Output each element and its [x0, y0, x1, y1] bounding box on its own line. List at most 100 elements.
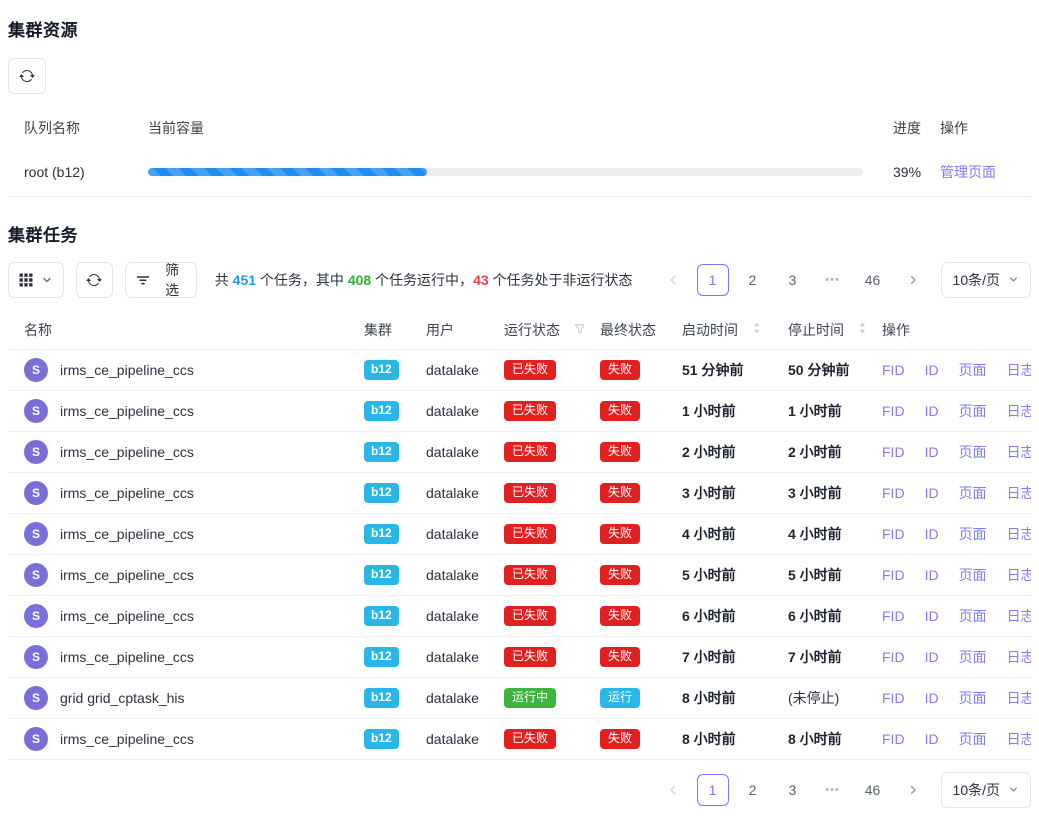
refresh-tasks-button[interactable]	[76, 262, 114, 298]
pagination-page-1[interactable]: 1	[697, 774, 729, 806]
action-link-页面[interactable]: 页面	[959, 401, 987, 421]
avatar: S	[24, 481, 48, 505]
action-link-日志[interactable]: 日志	[1007, 647, 1031, 667]
action-link-id[interactable]: ID	[925, 567, 939, 583]
start-time-cell: 3 小时前	[666, 483, 772, 503]
action-link-日志[interactable]: 日志	[1007, 688, 1031, 708]
action-link-页面[interactable]: 页面	[959, 360, 987, 380]
refresh-resources-button[interactable]	[8, 58, 46, 94]
final-status-badge: 失败	[600, 483, 640, 502]
column-header-4: 最终状态	[584, 320, 666, 340]
action-link-fid[interactable]: FID	[882, 731, 905, 747]
filter-button[interactable]: 筛选	[125, 262, 196, 298]
start-time-cell: 1 小时前	[666, 401, 772, 421]
action-link-日志[interactable]: 日志	[1007, 606, 1031, 626]
pagination-page-46[interactable]: 46	[857, 264, 889, 296]
final-status-badge: 失败	[600, 647, 640, 666]
action-link-页面[interactable]: 页面	[959, 729, 987, 749]
action-link-日志[interactable]: 日志	[1007, 401, 1031, 421]
action-link-日志[interactable]: 日志	[1007, 729, 1031, 749]
pagination-page-46[interactable]: 46	[857, 774, 889, 806]
actions-cell: FID ID 页面日志	[866, 606, 1031, 626]
progress-percent: 39%	[877, 164, 924, 180]
avatar: S	[24, 604, 48, 628]
action-link-页面[interactable]: 页面	[959, 647, 987, 667]
pagination-page-2[interactable]: 2	[737, 774, 769, 806]
action-link-id[interactable]: ID	[925, 362, 939, 378]
action-link-fid[interactable]: FID	[882, 608, 905, 624]
pagination-page-3[interactable]: 3	[777, 264, 809, 296]
action-link-fid[interactable]: FID	[882, 362, 905, 378]
table-row: Sirms_ce_pipeline_ccsb12datalake已失败失败3 小…	[8, 473, 1031, 514]
action-link-id[interactable]: ID	[925, 403, 939, 419]
pagination-next-button[interactable]	[897, 774, 929, 806]
column-header-label: 最终状态	[600, 320, 656, 340]
action-link-页面[interactable]: 页面	[959, 524, 987, 544]
sort-carets-icon[interactable]	[858, 321, 866, 338]
action-link-fid[interactable]: FID	[882, 403, 905, 419]
pagination-prev-button[interactable]	[657, 264, 689, 296]
sort-carets-icon[interactable]	[752, 321, 761, 338]
action-link-id[interactable]: ID	[925, 690, 939, 706]
action-link-页面[interactable]: 页面	[959, 606, 987, 626]
filter-funnel-icon[interactable]	[574, 322, 584, 338]
col-header-actions: 操作	[924, 118, 1031, 138]
start-time-cell: 8 小时前	[666, 729, 772, 749]
user-name: datalake	[426, 444, 479, 460]
start-time-cell: 7 小时前	[666, 647, 772, 667]
action-link-fid[interactable]: FID	[882, 526, 905, 542]
action-link-页面[interactable]: 页面	[959, 483, 987, 503]
action-link-id[interactable]: ID	[925, 731, 939, 747]
action-link-id[interactable]: ID	[925, 649, 939, 665]
page-size-select[interactable]: 10条/页	[941, 262, 1031, 298]
pagination-next-button[interactable]	[897, 264, 929, 296]
actions-cell: FID ID 页面日志	[866, 524, 1031, 544]
column-header-label: 运行状态	[504, 320, 560, 340]
refresh-icon	[86, 272, 102, 288]
column-header-2: 用户	[410, 320, 488, 340]
summary-count: 43	[473, 272, 489, 288]
action-link-id[interactable]: ID	[925, 526, 939, 542]
cluster-cell: b12	[348, 401, 410, 420]
action-link-页面[interactable]: 页面	[959, 688, 987, 708]
pagination-page-3[interactable]: 3	[777, 774, 809, 806]
pagination-page-2[interactable]: 2	[737, 264, 769, 296]
action-link-id[interactable]: ID	[925, 608, 939, 624]
action-link-日志[interactable]: 日志	[1007, 524, 1031, 544]
action-link-fid[interactable]: FID	[882, 649, 905, 665]
action-link-fid[interactable]: FID	[882, 485, 905, 501]
task-name: irms_ce_pipeline_ccs	[60, 649, 194, 665]
action-link-日志[interactable]: 日志	[1007, 565, 1031, 585]
pagination-page-1[interactable]: 1	[697, 264, 729, 296]
page-size-value: 10条/页	[953, 270, 1000, 290]
action-link-日志[interactable]: 日志	[1007, 483, 1031, 503]
action-link-id[interactable]: ID	[925, 444, 939, 460]
action-link-日志[interactable]: 日志	[1007, 442, 1031, 462]
stop-time-cell: 7 小时前	[772, 647, 866, 667]
actions-cell: FID ID 页面日志	[866, 647, 1031, 667]
capacity-cell	[132, 168, 877, 176]
action-link-id[interactable]: ID	[925, 485, 939, 501]
layout-grid-dropdown-button[interactable]	[8, 262, 64, 298]
manage-page-link[interactable]: 管理页面	[940, 164, 996, 180]
action-link-fid[interactable]: FID	[882, 690, 905, 706]
pagination-prev-button[interactable]	[657, 774, 689, 806]
run-status-badge: 运行中	[504, 688, 556, 707]
action-link-fid[interactable]: FID	[882, 567, 905, 583]
user-name: datalake	[426, 649, 479, 665]
page-size-select[interactable]: 10条/页	[941, 772, 1031, 808]
grid-icon	[19, 273, 33, 287]
cluster-badge: b12	[364, 524, 399, 543]
section-title-tasks: 集群任务	[8, 221, 1031, 246]
stop-time-cell: 1 小时前	[772, 401, 866, 421]
start-time: 1 小时前	[682, 401, 736, 421]
stop-time: 1 小时前	[788, 401, 842, 421]
action-link-日志[interactable]: 日志	[1007, 360, 1031, 380]
action-link-页面[interactable]: 页面	[959, 565, 987, 585]
tasks-header-row: 名称集群用户运行状态最终状态启动时间停止时间操作	[8, 310, 1031, 350]
cluster-badge: b12	[364, 729, 399, 748]
action-link-fid[interactable]: FID	[882, 444, 905, 460]
action-link-页面[interactable]: 页面	[959, 442, 987, 462]
stop-time: 3 小时前	[788, 483, 842, 503]
cluster-cell: b12	[348, 606, 410, 625]
